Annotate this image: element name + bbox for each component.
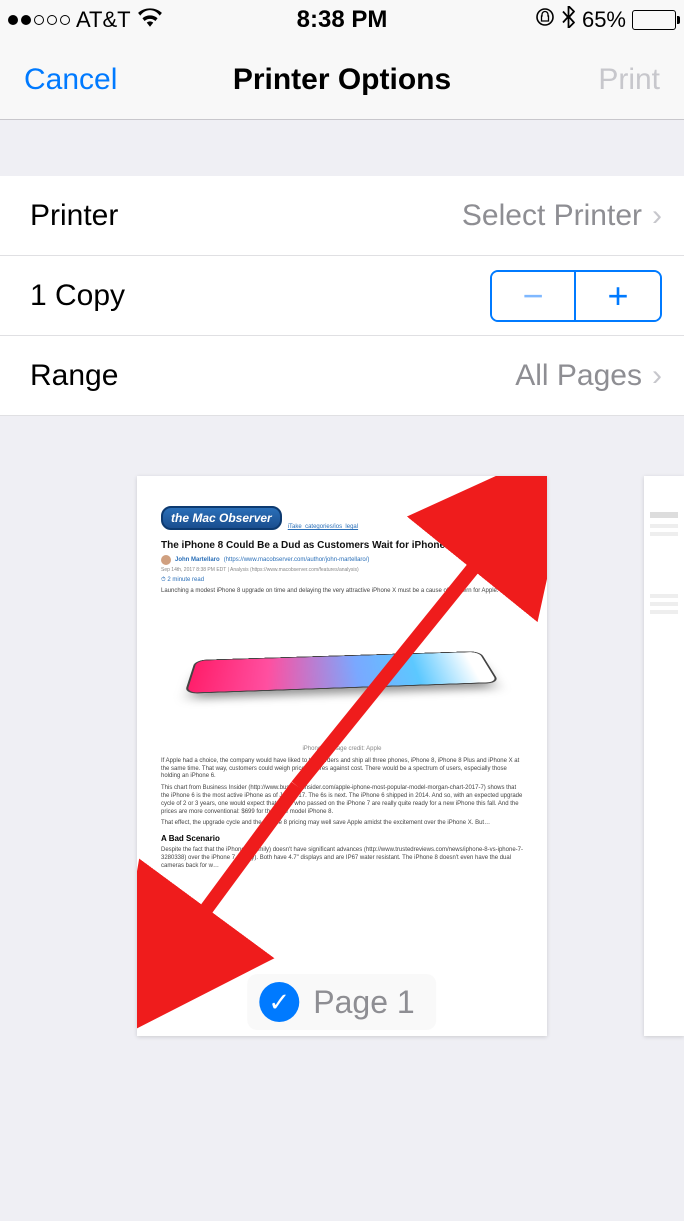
range-label: Range: [30, 359, 118, 393]
status-bar: AT&T 8:38 PM 65%: [0, 0, 684, 40]
bluetooth-icon: [561, 6, 576, 34]
status-left: AT&T: [8, 7, 163, 33]
carrier-label: AT&T: [76, 7, 131, 33]
increment-button[interactable]: +: [576, 272, 660, 320]
page-thumbnail-next[interactable]: [644, 476, 684, 1036]
cancel-button[interactable]: Cancel: [24, 63, 117, 97]
battery-icon: [632, 10, 676, 30]
paragraph: This chart from Business Insider (http:/…: [161, 785, 523, 816]
iphone-illustration: [161, 606, 523, 736]
wifi-icon: [137, 7, 163, 33]
page-title: Printer Options: [233, 63, 451, 97]
checkmark-icon[interactable]: ✓: [259, 982, 299, 1022]
status-right: 65%: [535, 6, 676, 34]
range-row[interactable]: Range All Pages ›: [0, 336, 684, 416]
nav-bar: Cancel Printer Options Print: [0, 40, 684, 120]
site-logo: the Mac Observer: [161, 506, 282, 530]
copies-row: 1 Copy − +: [0, 256, 684, 336]
chevron-right-icon: ›: [652, 359, 662, 393]
paragraph: If Apple had a choice, the company would…: [161, 758, 523, 781]
author-name: John Martellaro: [175, 557, 220, 563]
lede: Launching a modest iPhone 8 upgrade on t…: [161, 588, 523, 596]
read-time: ⏱ 2 minute read: [161, 577, 523, 584]
orientation-lock-icon: [535, 7, 555, 33]
date-line: Sep 14th, 2017 8:38 PM EDT | Analysis (h…: [161, 567, 523, 573]
copies-label: 1 Copy: [30, 279, 125, 313]
image-caption: iPhone X. Image credit: Apple: [161, 746, 523, 752]
printer-row[interactable]: Printer Select Printer ›: [0, 176, 684, 256]
article-headline: The iPhone 8 Could Be a Dud as Customers…: [161, 540, 523, 551]
page-number-label: Page 1: [313, 984, 414, 1021]
print-button[interactable]: Print: [598, 63, 660, 97]
group-spacer: [0, 120, 684, 176]
battery-percent: 65%: [582, 7, 626, 33]
paragraph: Despite the fact that the iPhone 8 (fami…: [161, 847, 523, 870]
subhead: A Bad Scenario: [161, 834, 523, 843]
page-badge: ✓ Page 1: [247, 974, 436, 1030]
author-avatar: [161, 555, 171, 565]
clock: 8:38 PM: [297, 6, 388, 34]
top-link: iTake_categories/ios_legal: [288, 524, 358, 530]
range-value: All Pages: [515, 359, 642, 393]
chevron-right-icon: ›: [652, 199, 662, 233]
page-thumbnail[interactable]: the Mac Observer iTake_categories/ios_le…: [137, 476, 547, 1036]
author-url: (https://www.macobserver.com/author/john…: [224, 557, 370, 563]
printer-value: Select Printer: [462, 199, 642, 233]
paragraph: That effect, the upgrade cycle and the i…: [161, 820, 523, 828]
signal-strength-icon: [8, 15, 70, 25]
printer-label: Printer: [30, 199, 118, 233]
copies-stepper: − +: [490, 270, 662, 322]
preview-area: the Mac Observer iTake_categories/ios_le…: [0, 416, 684, 1036]
decrement-button[interactable]: −: [492, 272, 576, 320]
